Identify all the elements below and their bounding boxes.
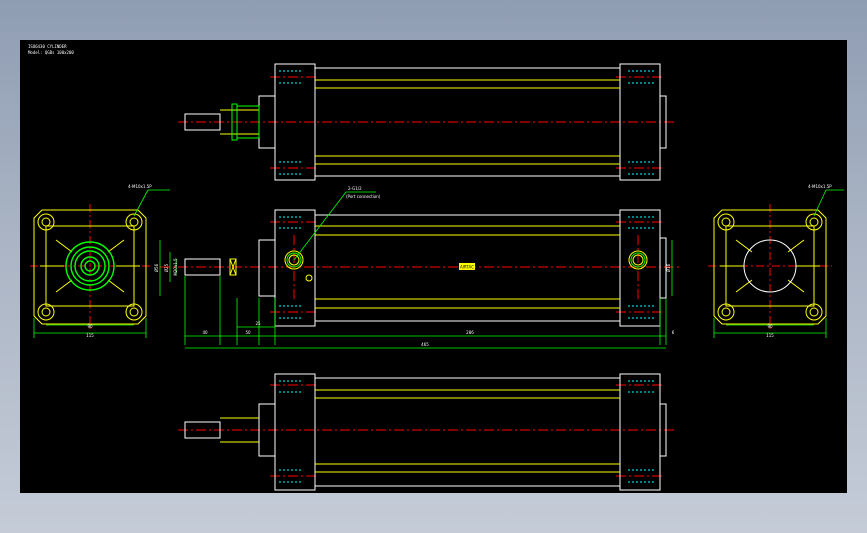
bottom-threads — [279, 380, 656, 483]
front-view: AIRTAC 2-G1/2 (Port connection) 40 50 25… — [154, 186, 680, 349]
dim-nose-len: 50 — [245, 330, 251, 335]
dim-rod-len: 40 — [202, 330, 208, 335]
left-dim-inner: 90 — [87, 324, 93, 329]
dim-total-len: 465 — [421, 342, 429, 347]
drawing-canvas: AIRTAC 2-G1/2 (Port connection) 40 50 25… — [30, 63, 844, 491]
right-dim-outer: 115 — [766, 333, 774, 338]
left-end-view: 90 115 4-M10x1.5P — [30, 184, 170, 338]
dim-thread: M20x1.5 — [173, 258, 178, 276]
port-note-label: (Port connection) — [346, 194, 381, 199]
right-end-view: 90 115 4-M10x1.5P — [708, 184, 844, 338]
dim-body-len: 286 — [466, 330, 474, 335]
dim-port-dia: Ø16 — [666, 263, 671, 272]
bottom-centerlines — [178, 384, 675, 477]
bottom-view — [178, 373, 675, 491]
port-thread-label: 2-G1/2 — [348, 186, 362, 191]
bottom-outline — [184, 373, 667, 491]
dim-tail: 6 — [672, 330, 675, 335]
right-end-centerlines — [708, 204, 832, 330]
dim-rod-dia: Ø25 — [164, 263, 169, 272]
right-hole-callout: 4-M10x1.5P — [808, 184, 832, 189]
cad-viewport[interactable]: ISO6430 CYLINDER Model: QGBs 100x200 AIR… — [20, 40, 847, 493]
dim-boss-dia: Ø56 — [154, 263, 159, 272]
dim-flange: 25 — [255, 321, 261, 326]
bottom-hidden — [220, 389, 620, 473]
top-view — [178, 63, 675, 181]
center-tag: AIRTAC — [460, 265, 474, 270]
left-end-dims — [33, 189, 170, 338]
top-centerlines — [178, 76, 675, 169]
left-dim-outer: 115 — [86, 333, 94, 338]
left-hole-callout: 4-M10x1.5P — [128, 184, 152, 189]
front-dimensions — [159, 240, 673, 349]
right-dim-inner: 90 — [767, 324, 773, 329]
left-end-centerlines — [30, 204, 150, 330]
front-outline — [184, 209, 667, 327]
